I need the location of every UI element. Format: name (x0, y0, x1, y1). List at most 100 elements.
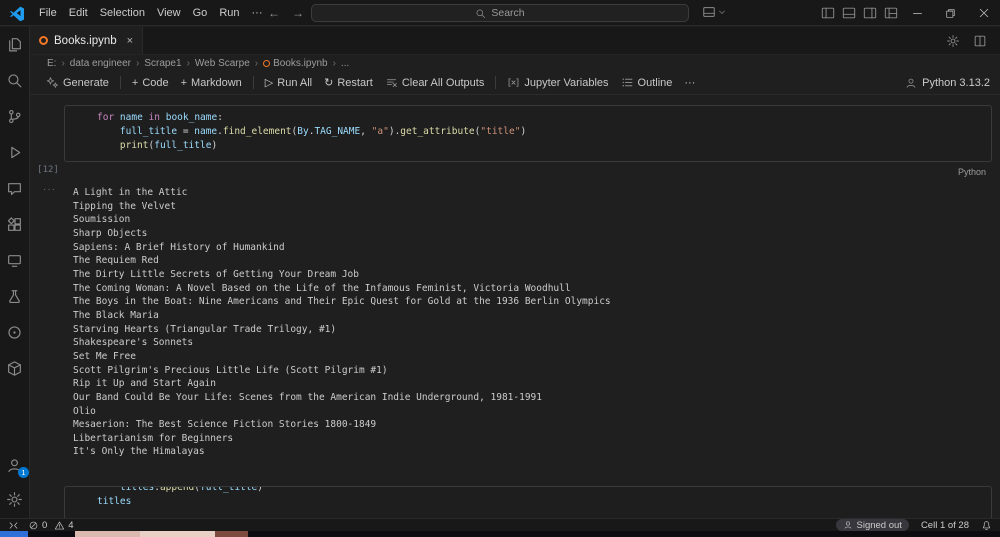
menu-more-icon[interactable]: ··· (246, 4, 269, 22)
breadcrumb: E: › data engineer › Scrape1 › Web Scarp… (30, 55, 1000, 71)
settings-gear-icon[interactable] (6, 491, 23, 508)
chevron-right-icon: › (187, 58, 190, 69)
signed-out-badge[interactable]: Signed out (836, 519, 909, 531)
testing-icon[interactable] (6, 288, 23, 305)
clear-all-outputs-button[interactable]: Clear All Outputs (379, 74, 491, 91)
cell-language-label[interactable]: Python (958, 167, 986, 177)
kernel-icon (905, 77, 917, 89)
breadcrumb-file[interactable]: Books.ipynb (263, 58, 327, 69)
back-icon[interactable]: ← (268, 6, 280, 20)
toolbar-separator (253, 76, 254, 89)
tab-books-ipynb[interactable]: Books.ipynb × (30, 27, 143, 54)
cell-code-editor[interactable]: for name in book_name: full_title = name… (97, 111, 991, 153)
output-line: Sharp Objects (73, 227, 990, 241)
notebook-scroll-area[interactable]: for name in book_name: full_title = name… (30, 95, 1000, 518)
accounts-icon[interactable]: 1 (6, 457, 23, 474)
code-cell-1[interactable]: for name in book_name: full_title = name… (64, 105, 992, 162)
breadcrumb-drive[interactable]: E: (47, 58, 56, 69)
search-sidebar-icon[interactable] (6, 72, 23, 89)
add-markdown-cell-button[interactable]: + Markdown (175, 75, 248, 91)
editor-actions (946, 27, 1000, 54)
panel-layout-dropdown[interactable] (702, 5, 726, 19)
output-line: Set Me Free (73, 350, 990, 364)
error-count: 0 (42, 520, 47, 531)
menu-file[interactable]: File (33, 4, 63, 22)
title-bar: File Edit Selection View Go Run ··· ← → … (0, 0, 1000, 26)
output-line: Mesaerion: The Best Science Fiction Stor… (73, 418, 990, 432)
menu-view[interactable]: View (151, 4, 187, 22)
restore-button[interactable] (934, 0, 967, 26)
toggle-primary-sidebar-icon[interactable] (817, 0, 838, 26)
search-icon (475, 8, 486, 19)
titlebar-right-controls (817, 0, 1000, 26)
remote-indicator[interactable] (8, 520, 19, 531)
run-all-button[interactable]: ▷ Run All (259, 74, 318, 91)
breadcrumb-symbol[interactable]: ... (341, 58, 349, 69)
kernel-picker[interactable]: Python 3.13.2 (905, 77, 990, 89)
generate-button[interactable]: Generate (40, 74, 115, 91)
output-line: A Light in the Attic (73, 186, 990, 200)
explorer-icon[interactable] (6, 36, 23, 53)
run-debug-icon[interactable] (6, 144, 23, 161)
breadcrumb-folder[interactable]: data engineer (70, 58, 131, 69)
code-line: titles (97, 495, 991, 509)
output-line: Tipping the Velvet (73, 200, 990, 214)
cell-output: A Light in the AtticTipping the VelvetSo… (73, 186, 990, 459)
output-line: Rip it Up and Start Again (73, 377, 990, 391)
chat-icon[interactable] (6, 180, 23, 197)
cell-position-indicator[interactable]: Cell 1 of 28 (921, 520, 969, 531)
extensions-icon[interactable] (6, 216, 23, 233)
output-line: Shakespeare's Sonnets (73, 336, 990, 350)
output-line: The Black Maria (73, 309, 990, 323)
execution-count: [12] (34, 165, 62, 175)
menu-selection[interactable]: Selection (94, 4, 151, 22)
close-button[interactable] (967, 0, 1000, 26)
customize-layout-icon[interactable] (880, 0, 901, 26)
breadcrumb-folder[interactable]: Web Scarpe (195, 58, 250, 69)
forward-icon[interactable]: → (292, 6, 304, 20)
output-line: Sapiens: A Brief History of Humankind (73, 241, 990, 255)
restart-kernel-button[interactable]: ↻ Restart (318, 74, 379, 91)
tab-close-icon[interactable]: × (127, 35, 133, 47)
notifications-bell-icon[interactable] (981, 520, 992, 531)
accounts-badge: 1 (18, 467, 29, 478)
error-icon (28, 520, 39, 531)
menu-run[interactable]: Run (213, 4, 245, 22)
output-line: Our Band Could Be Your Life: Scenes from… (73, 391, 990, 405)
output-line: Scott Pilgrim's Precious Little Life (Sc… (73, 364, 990, 378)
jupyter-icon[interactable] (6, 324, 23, 341)
source-control-icon[interactable] (6, 108, 23, 125)
output-line: Libertarianism for Beginners (73, 432, 990, 446)
command-center-search[interactable]: Search (311, 4, 689, 22)
toolbar-more-icon[interactable]: ··· (678, 75, 701, 91)
cell-code-editor[interactable]: titles.append(full_title)titles (97, 486, 991, 509)
toggle-secondary-sidebar-icon[interactable] (859, 0, 880, 26)
package-icon[interactable] (6, 360, 23, 377)
plus-icon: + (132, 77, 138, 89)
taskbar-thumbnail (75, 531, 140, 537)
problems-indicator[interactable]: 0 4 (28, 520, 74, 531)
minimize-button[interactable] (901, 0, 934, 26)
toggle-panel-icon[interactable] (838, 0, 859, 26)
menu-edit[interactable]: Edit (63, 4, 94, 22)
chevron-right-icon: › (61, 58, 64, 69)
code-line: print(full_title) (97, 139, 991, 153)
output-line: Olio (73, 405, 990, 419)
status-bar: 0 4 Signed out Cell 1 of 28 (0, 518, 1000, 531)
menu-go[interactable]: Go (187, 4, 214, 22)
chevron-right-icon: › (333, 58, 336, 69)
output-line: The Requiem Red (73, 254, 990, 268)
add-code-cell-button[interactable]: + Code (126, 75, 175, 91)
remote-explorer-icon[interactable] (6, 252, 23, 269)
jupyter-variables-button[interactable]: Jupyter Variables (501, 74, 614, 91)
menu-bar: File Edit Selection View Go Run ··· (33, 4, 269, 22)
code-cell-2[interactable]: titles.append(full_title)titles (64, 486, 992, 518)
code-line: titles.append(full_title) (97, 486, 991, 495)
split-editor-icon[interactable] (973, 34, 987, 48)
output-collapse-icon[interactable]: ··· (43, 184, 56, 195)
taskbar-thumbnail (215, 531, 248, 537)
vscode-window: File Edit Selection View Go Run ··· ← → … (0, 0, 1000, 537)
outline-button[interactable]: Outline (615, 74, 679, 91)
notebook-settings-gear-icon[interactable] (946, 34, 960, 48)
breadcrumb-folder[interactable]: Scrape1 (144, 58, 181, 69)
